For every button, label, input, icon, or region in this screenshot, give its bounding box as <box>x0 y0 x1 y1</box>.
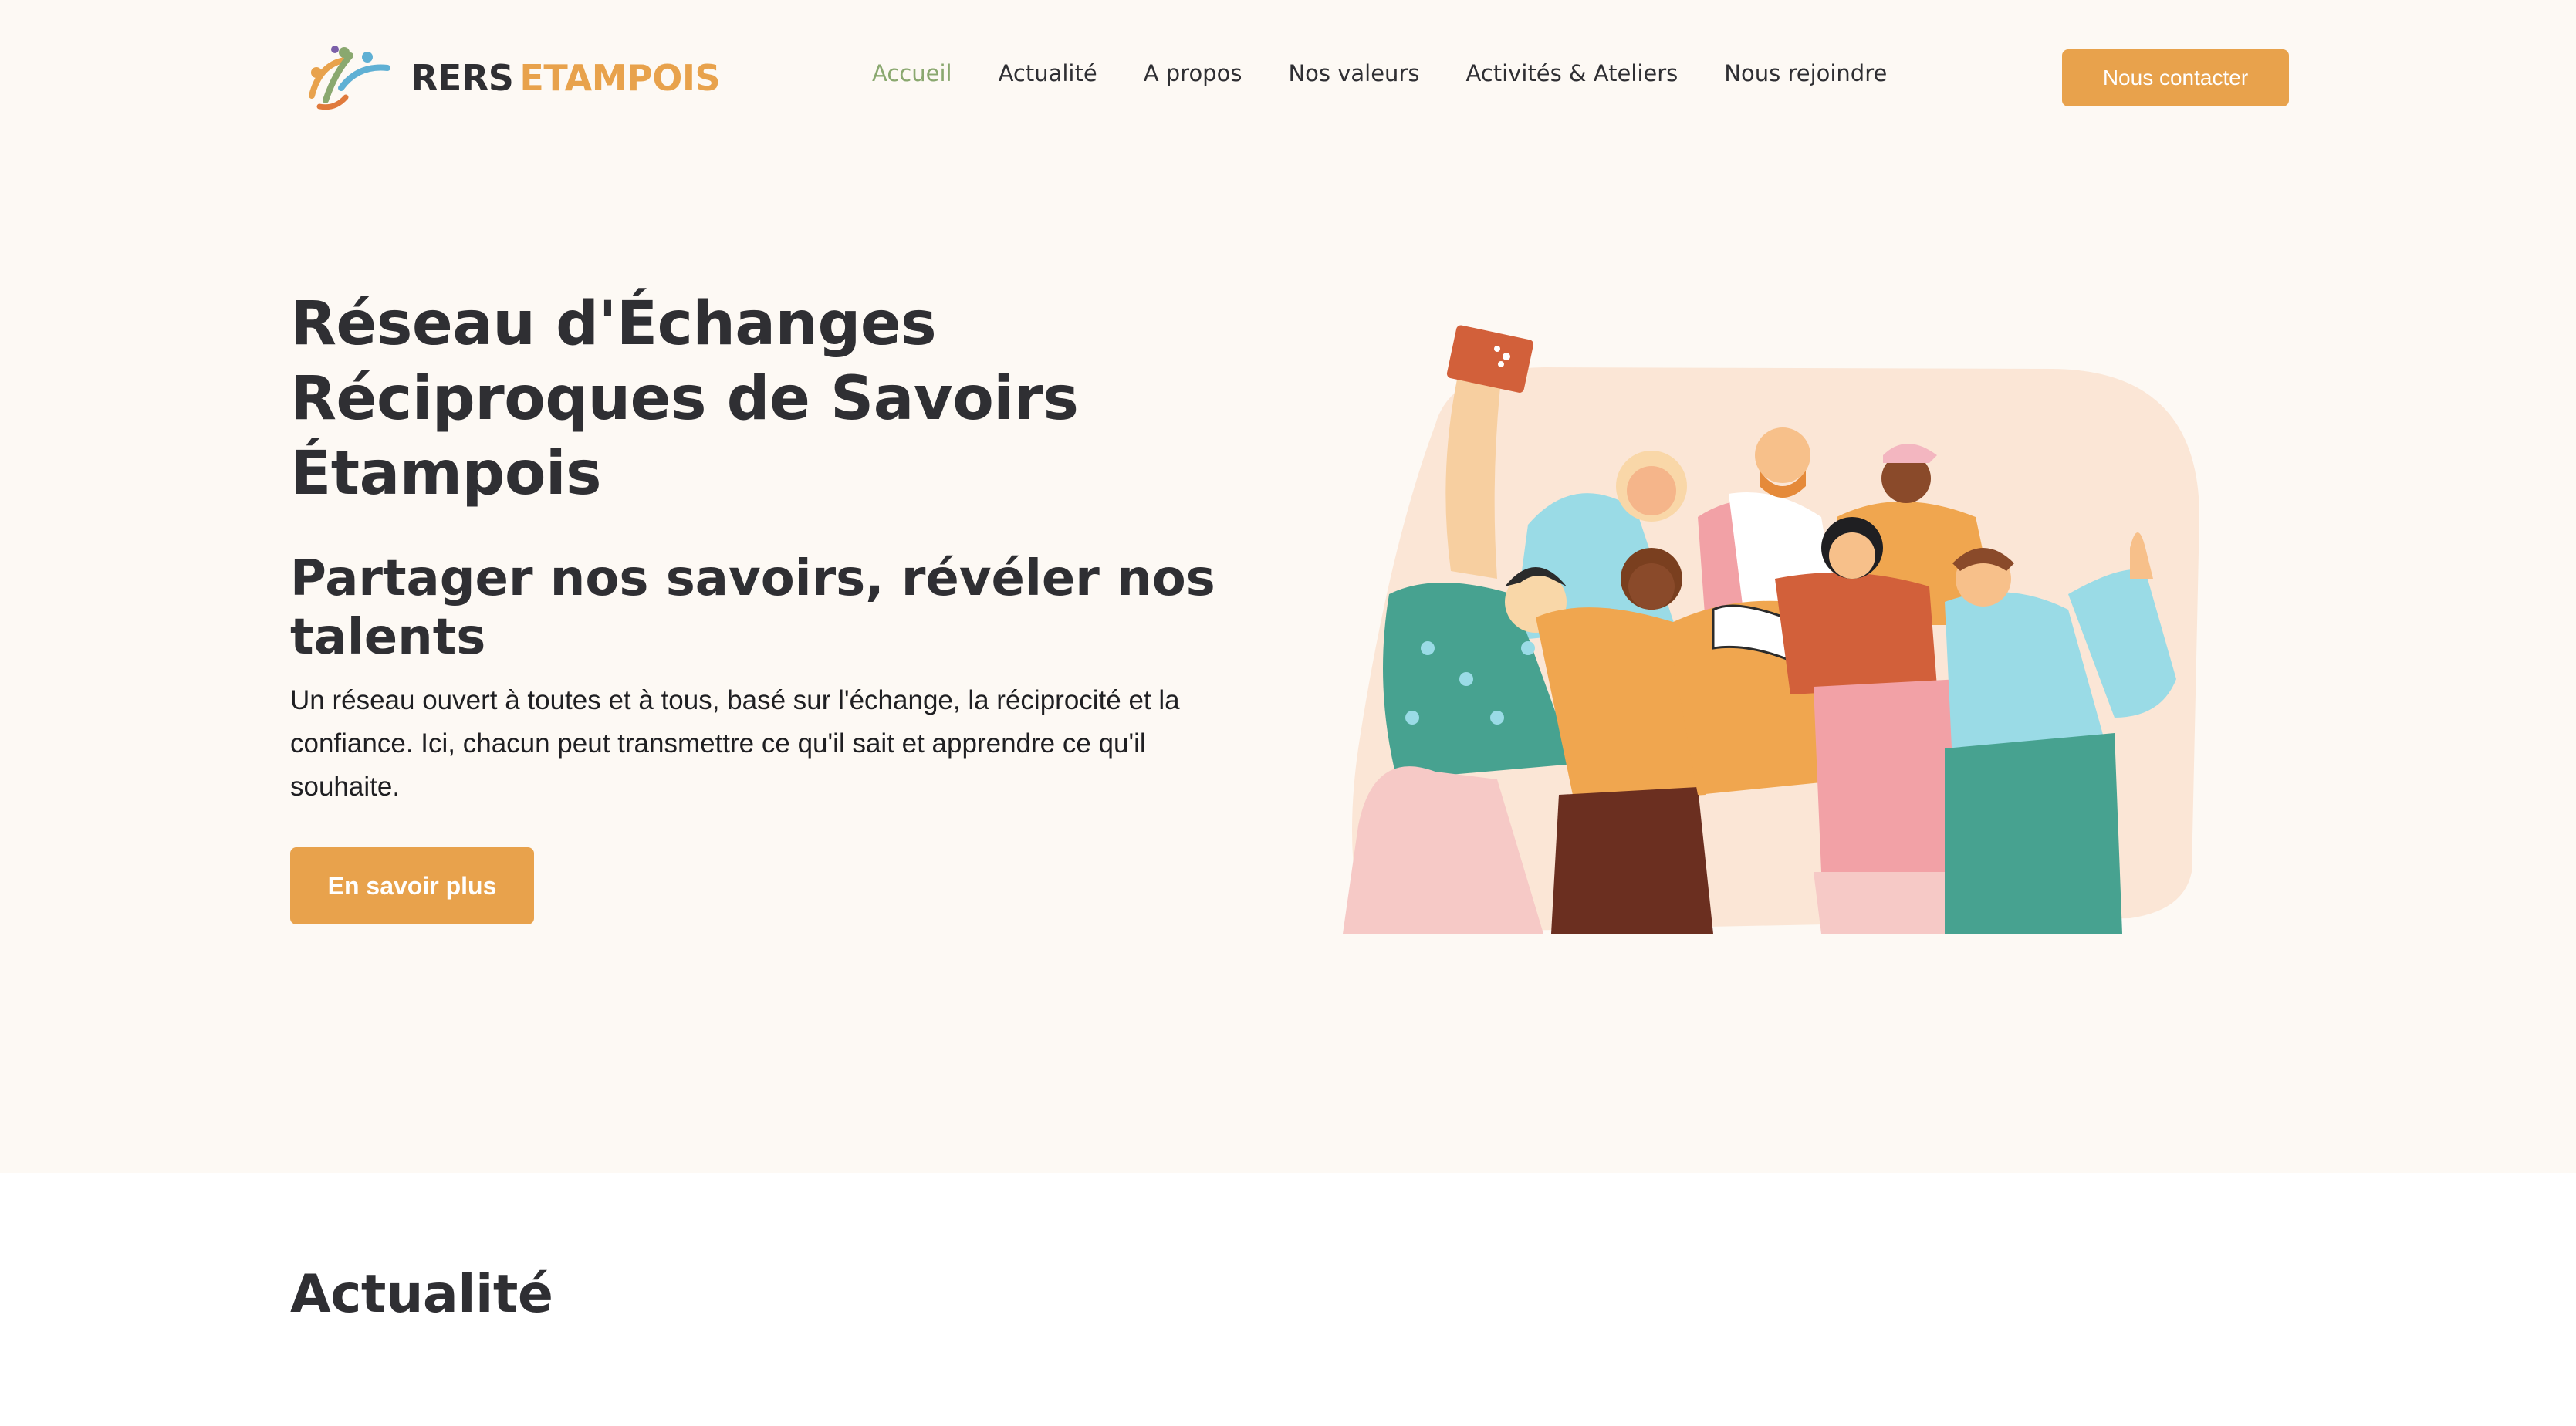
logo-icon <box>309 46 390 110</box>
main-nav: Accueil Actualité A propos Nos valeurs A… <box>872 60 1933 86</box>
nav-item-nos-valeurs[interactable]: Nos valeurs <box>1288 60 1419 86</box>
hero-title: Réseau d'Échanges Réciproques de Savoirs… <box>290 289 1079 509</box>
person-front-right-shirt <box>1775 573 1937 694</box>
nav-item-accueil[interactable]: Accueil <box>872 60 952 86</box>
nav-item-activites-ateliers[interactable]: Activités & Ateliers <box>1465 60 1678 86</box>
news-section: Actualité <box>0 1173 2576 1426</box>
nav-item-nous-rejoindre[interactable]: Nous rejoindre <box>1724 60 1887 86</box>
contact-button[interactable]: Nous contacter <box>2062 49 2289 106</box>
learn-more-button[interactable]: En savoir plus <box>290 847 534 924</box>
brand-name: RERS ETAMPOIS <box>411 57 721 99</box>
nav-item-actualite[interactable]: Actualité <box>999 60 1097 86</box>
brand-name-part1: RERS <box>411 57 514 99</box>
group-of-people-illustration <box>1343 325 2199 934</box>
logo[interactable]: RERS ETAMPOIS <box>296 42 721 114</box>
brand-name-part2: ETAMPOIS <box>519 57 721 99</box>
nav-item-a-propos[interactable]: A propos <box>1144 60 1242 86</box>
hero-description: Un réseau ouvert à toutes et à tous, bas… <box>290 685 1180 802</box>
news-section-title: Actualité <box>290 1264 553 1325</box>
site-header: RERS ETAMPOIS Accueil Actualité A propos … <box>0 0 2576 154</box>
hero-subtitle: Partager nos savoirs, révéler nos talent… <box>290 550 1215 666</box>
